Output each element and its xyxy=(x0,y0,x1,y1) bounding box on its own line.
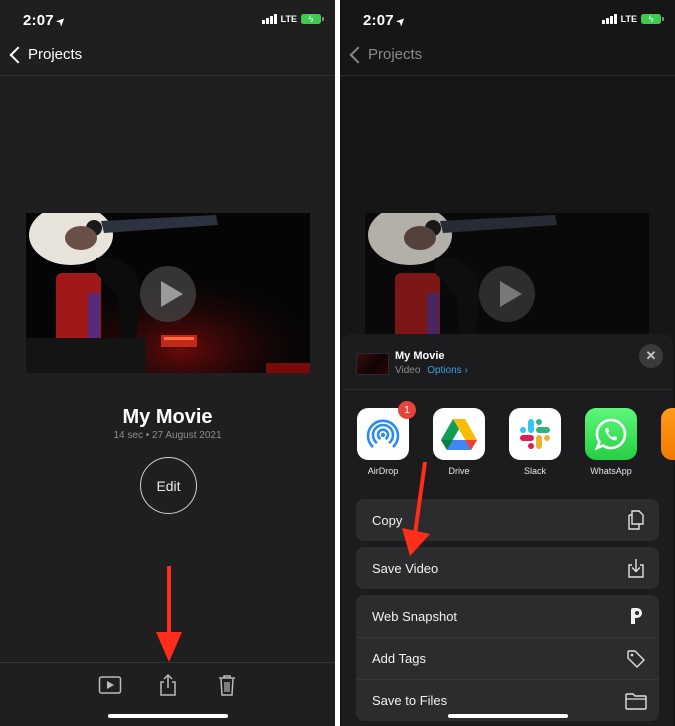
save-download-icon xyxy=(625,557,647,579)
status-bar: 2:07➤ LTE ϟ xyxy=(0,0,335,40)
movie-title: My Movie xyxy=(122,406,213,428)
back-to-projects-button[interactable]: Projects xyxy=(346,46,422,63)
action-label: Web Snapshot xyxy=(372,608,458,624)
action-label: Save to Files xyxy=(372,693,448,708)
home-indicator[interactable] xyxy=(447,714,568,718)
play-button[interactable] xyxy=(140,266,196,322)
edit-button[interactable]: Edit xyxy=(140,457,197,514)
back-label: Projects xyxy=(28,46,83,63)
battery-charging-icon: ϟ xyxy=(641,14,664,24)
battery-charging-icon: ϟ xyxy=(301,14,324,24)
bottom-toolbar xyxy=(0,662,335,726)
cellular-signal-icon xyxy=(261,14,277,24)
google-drive-icon xyxy=(433,408,485,460)
app-label: Drive xyxy=(448,466,470,476)
annotation-arrow xyxy=(156,566,182,662)
chevron-right-icon: › xyxy=(464,365,468,376)
share-sheet: My Movie Video Options › ✕ 1 AirDrop Dri… xyxy=(342,334,675,726)
notification-badge: 1 xyxy=(398,401,416,419)
share-button[interactable] xyxy=(154,671,182,699)
play-icon xyxy=(98,676,122,694)
status-time: 2:07➤ xyxy=(363,12,409,29)
app-label: Slack xyxy=(523,466,546,476)
action-save-video[interactable]: Save Video xyxy=(356,547,659,589)
action-group-copy: Copy xyxy=(356,499,659,541)
share-sheet-screen: 2:07➤ LTE ϟ Projects My Movie Video Opti… xyxy=(340,0,675,726)
play-icon xyxy=(161,281,183,307)
trash-icon xyxy=(219,675,235,696)
slack-icon xyxy=(509,408,561,460)
location-arrow-icon: ➤ xyxy=(394,14,409,29)
imovie-project-screen: 2:07➤ LTE ϟ Projects My Movie 14 sec • 2… xyxy=(0,0,335,726)
folder-icon xyxy=(625,690,647,712)
back-label: Projects xyxy=(368,46,423,63)
partial-app-icon xyxy=(661,408,675,460)
network-type: LTE xyxy=(280,14,297,24)
share-sheet-header: My Movie Video Options › ✕ xyxy=(342,334,673,390)
share-icon xyxy=(160,673,176,696)
copy-icon xyxy=(625,509,647,531)
delete-button[interactable] xyxy=(213,671,241,699)
share-item-subtitle: Video Options › xyxy=(395,365,468,376)
app-label: WhatsApp xyxy=(590,466,632,476)
close-button[interactable]: ✕ xyxy=(639,344,663,368)
share-app-whatsapp[interactable]: WhatsApp xyxy=(583,408,639,476)
chevron-left-icon xyxy=(349,46,367,63)
share-apps-row[interactable]: 1 AirDrop Drive Slack WhatsApp xyxy=(342,401,675,488)
action-group-more: Web Snapshot Add Tags Save to Files xyxy=(356,595,659,721)
action-label: Copy xyxy=(372,512,403,528)
action-group-save-video: Save Video xyxy=(356,547,659,589)
action-copy[interactable]: Copy xyxy=(356,499,659,541)
play-fullscreen-button[interactable] xyxy=(96,671,124,699)
app-label: AirDrop xyxy=(367,466,399,476)
nav-bar: Projects xyxy=(0,40,335,76)
cellular-signal-icon xyxy=(601,14,617,24)
share-app-drive[interactable]: Drive xyxy=(431,408,487,476)
status-time: 2:07➤ xyxy=(23,12,69,29)
share-app-slack[interactable]: Slack xyxy=(507,408,563,476)
play-button xyxy=(479,266,535,322)
location-arrow-icon: ➤ xyxy=(54,14,69,29)
action-web-snapshot[interactable]: Web Snapshot xyxy=(356,595,659,637)
p-logo-icon xyxy=(625,605,647,627)
play-icon xyxy=(500,281,522,307)
share-app-partial[interactable] xyxy=(659,408,675,460)
movie-thumbnail xyxy=(356,353,389,375)
tag-icon xyxy=(625,648,647,670)
nav-bar: Projects xyxy=(340,40,675,76)
action-label: Add Tags xyxy=(372,651,426,666)
video-preview[interactable] xyxy=(26,213,310,373)
status-bar: 2:07➤ LTE ϟ xyxy=(340,0,675,40)
chevron-left-icon xyxy=(9,46,27,63)
action-add-tags[interactable]: Add Tags xyxy=(356,637,659,679)
movie-metadata: 14 sec • 27 August 2021 xyxy=(113,430,222,441)
network-type: LTE xyxy=(620,14,637,24)
share-item-title: My Movie xyxy=(395,350,445,362)
close-icon: ✕ xyxy=(645,348,657,363)
back-to-projects-button[interactable]: Projects xyxy=(6,46,82,63)
home-indicator[interactable] xyxy=(107,714,228,718)
share-item-type: Video xyxy=(395,365,421,376)
share-app-airdrop[interactable]: 1 AirDrop xyxy=(355,401,416,476)
action-label: Save Video xyxy=(372,560,439,576)
options-link[interactable]: Options › xyxy=(427,365,468,376)
whatsapp-icon xyxy=(585,408,637,460)
